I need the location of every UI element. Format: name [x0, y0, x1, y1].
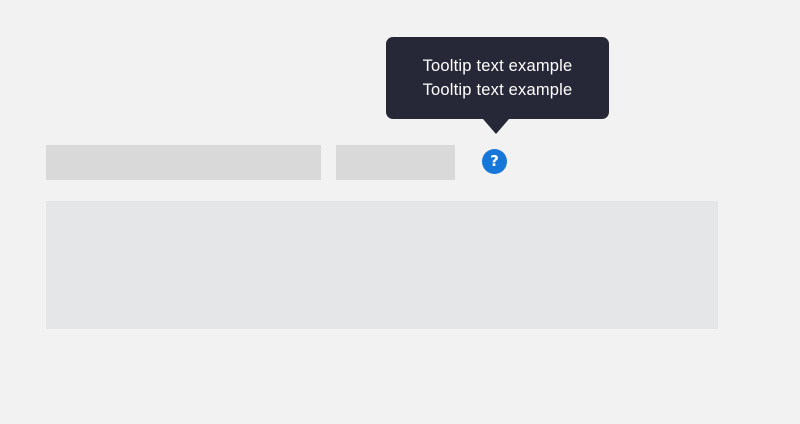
tooltip: Tooltip text example Tooltip text exampl…: [386, 37, 609, 134]
placeholder-content-block: [46, 201, 718, 329]
tooltip-text-line-1: Tooltip text example: [422, 57, 573, 75]
tooltip-arrow: [483, 119, 509, 134]
tooltip-text-line-2: Tooltip text example: [422, 81, 573, 99]
placeholder-bar-narrow: [336, 145, 455, 180]
placeholder-bar-wide: [46, 145, 321, 180]
question-mark-icon[interactable]: ?: [482, 149, 507, 174]
